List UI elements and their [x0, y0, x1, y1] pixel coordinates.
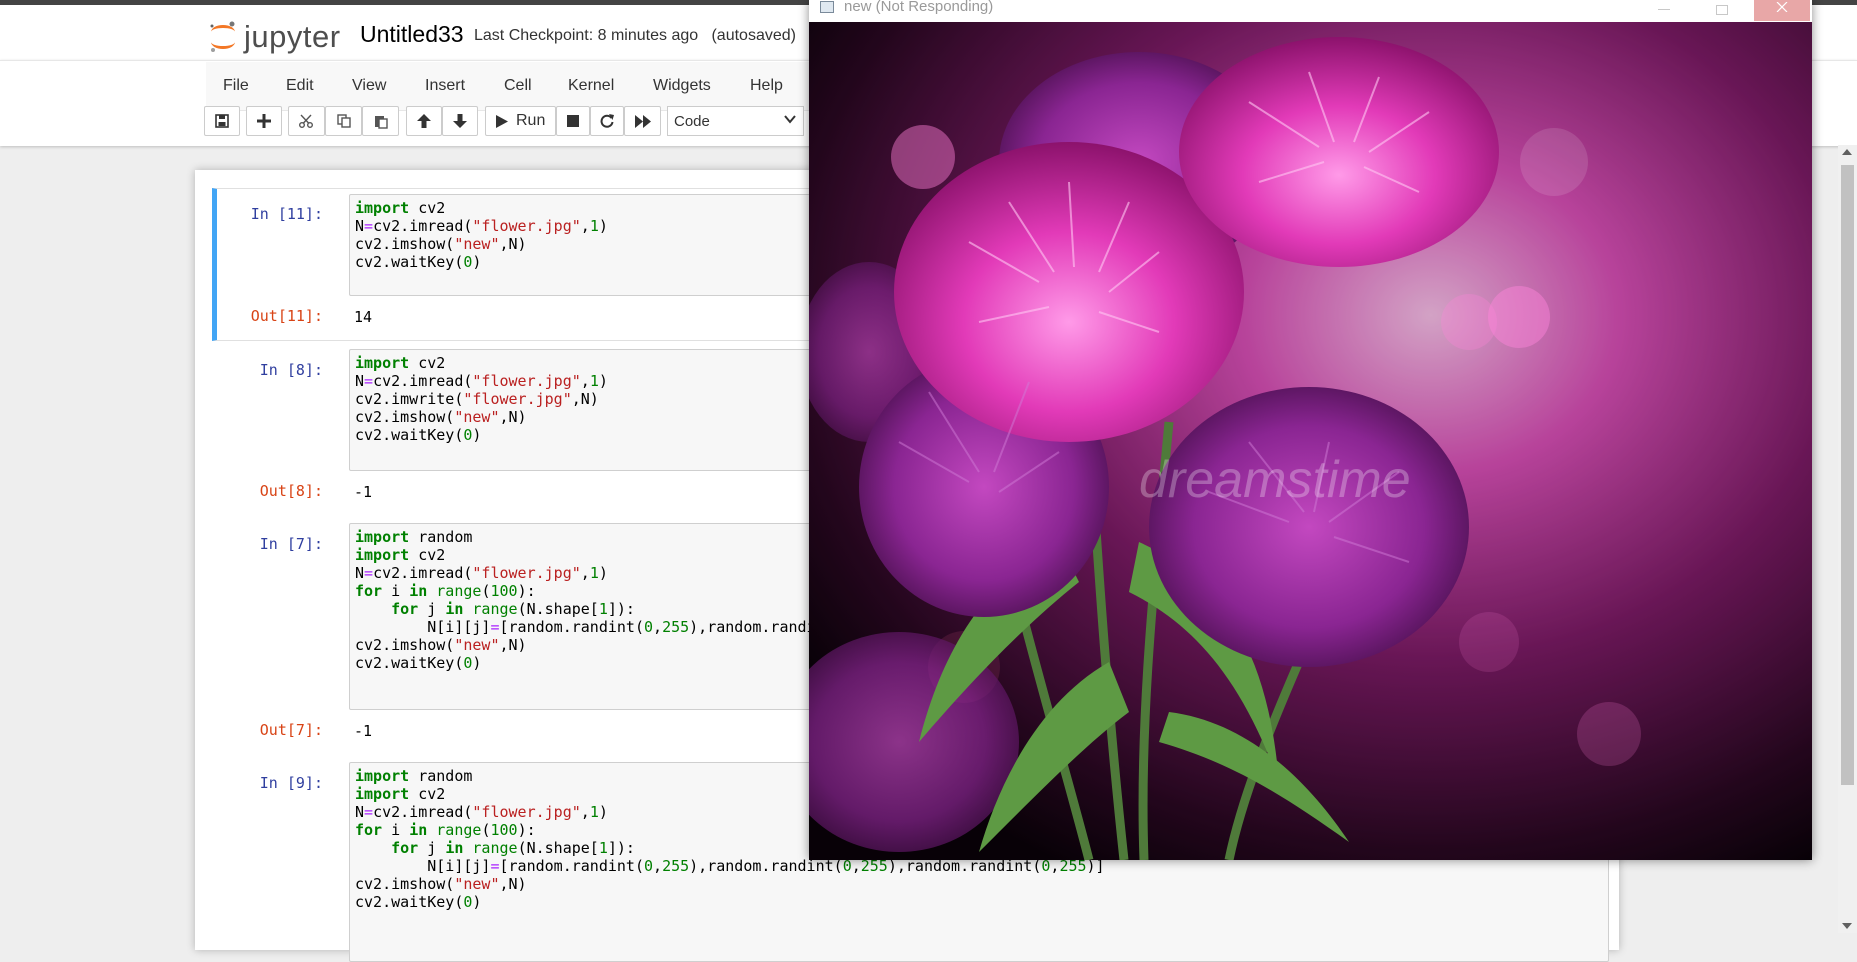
output-prompt: Out[11]:: [250, 307, 323, 325]
maximize-button[interactable]: [1697, 0, 1747, 20]
run-label: Run: [516, 112, 546, 129]
minimize-icon: [1658, 9, 1670, 10]
output-prompt: Out[8]:: [259, 482, 323, 500]
input-prompt: In [11]:: [250, 205, 323, 223]
play-icon: [496, 114, 508, 128]
opencv-image-window[interactable]: new (Not Responding) dreamstime: [809, 0, 1812, 860]
maximize-icon: [1716, 5, 1728, 15]
restart-button[interactable]: [590, 106, 624, 136]
minimize-button[interactable]: [1639, 0, 1689, 20]
input-prompt: In [8]:: [259, 361, 323, 379]
menu-help[interactable]: Help: [750, 77, 783, 95]
save-button[interactable]: [204, 106, 240, 136]
interrupt-button[interactable]: [556, 106, 590, 136]
menu-cell[interactable]: Cell: [504, 77, 532, 95]
run-button[interactable]: Run: [485, 106, 556, 136]
floppy-disk-icon: [215, 114, 229, 128]
move-up-button[interactable]: [406, 106, 442, 136]
watermark-text: dreamstime: [1139, 451, 1411, 509]
stop-icon: [567, 115, 579, 127]
copy-button[interactable]: [325, 106, 362, 136]
menu-view[interactable]: View: [352, 77, 386, 95]
input-prompt: In [9]:: [259, 774, 323, 792]
output-value: 14: [354, 308, 373, 326]
window-app-icon: [820, 1, 834, 13]
checkpoint-status: Last Checkpoint: 8 minutes ago (autosave…: [474, 27, 796, 44]
output-value: -1: [354, 483, 373, 501]
close-button[interactable]: [1754, 0, 1810, 21]
plus-icon: [257, 114, 271, 128]
paste-icon: [374, 115, 388, 129]
scroll-down-arrow-icon[interactable]: [1842, 923, 1852, 929]
arrow-up-icon: [417, 114, 431, 128]
jupyter-logo[interactable]: jupyter: [208, 19, 341, 55]
page-scrollbar[interactable]: [1838, 145, 1857, 933]
scroll-up-arrow-icon[interactable]: [1842, 149, 1852, 155]
window-titlebar[interactable]: new (Not Responding): [809, 0, 1812, 22]
cell-type-value: Code: [674, 113, 710, 130]
output-value: -1: [354, 722, 373, 740]
restart-icon: [600, 114, 614, 128]
close-icon: [1776, 2, 1788, 12]
restart-run-all-button[interactable]: [624, 106, 661, 136]
notebook-name[interactable]: Untitled33: [360, 21, 464, 48]
scissors-icon: [298, 114, 313, 128]
move-down-button[interactable]: [442, 106, 478, 136]
flower-image-svg: dreamstime: [809, 22, 1812, 860]
paste-button[interactable]: [362, 106, 399, 136]
insert-cell-button[interactable]: [246, 106, 282, 136]
chevron-down-icon: [784, 115, 796, 124]
menu-kernel[interactable]: Kernel: [568, 77, 614, 95]
menu-file[interactable]: File: [223, 77, 249, 95]
cell-type-select[interactable]: Code: [667, 106, 804, 136]
arrow-down-icon: [453, 114, 467, 128]
scrollbar-thumb[interactable]: [1841, 165, 1854, 785]
cut-button[interactable]: [288, 106, 325, 136]
jupyter-logo-icon: [210, 21, 235, 52]
input-prompt: In [7]:: [259, 535, 323, 553]
window-title: new (Not Responding): [844, 0, 994, 15]
flower-image: dreamstime: [809, 22, 1812, 860]
jupyter-wordmark: jupyter: [244, 19, 341, 54]
menu-insert[interactable]: Insert: [425, 77, 465, 95]
menu-edit[interactable]: Edit: [286, 77, 314, 95]
output-prompt: Out[7]:: [259, 721, 323, 739]
fast-forward-icon: [634, 114, 651, 128]
copy-icon: [336, 114, 351, 128]
menu-widgets[interactable]: Widgets: [653, 77, 711, 95]
